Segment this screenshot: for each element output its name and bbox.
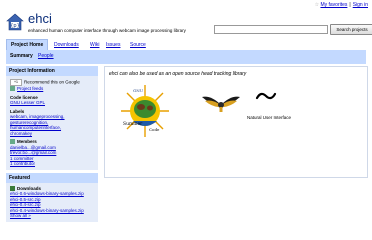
tab-source[interactable]: Source xyxy=(130,40,146,50)
members-icon xyxy=(10,139,15,145)
project-information-panel: +1 Recommend this on Google Project feeds… xyxy=(6,76,98,170)
show-all-link[interactable]: Show all » xyxy=(10,213,94,219)
tab-wiki[interactable]: Wiki xyxy=(90,40,99,50)
search-projects-button[interactable]: Search projects xyxy=(330,24,372,35)
sidebar: Project Information +1 Recommend this on … xyxy=(6,66,98,222)
project-description: ehci can also be used as an open source … xyxy=(104,66,368,178)
download-link[interactable]: ehci-0.6-windows-binary-samples.zip xyxy=(10,191,94,197)
project-logo-icon: {p} xyxy=(6,13,24,31)
sign-in-link[interactable]: Sign in xyxy=(353,2,368,8)
star-icon: ☆ xyxy=(314,2,320,8)
project-summary: enhanced human computer interface throug… xyxy=(28,28,186,33)
svg-text:GNU: GNU xyxy=(133,88,144,93)
user-links: ☆ My favorites | Sign in xyxy=(314,2,368,8)
recommend-text: Recommend this on Google xyxy=(24,79,80,85)
tilde-symbol xyxy=(255,92,277,100)
subtab-bar: Summary People xyxy=(6,50,366,64)
label-link[interactable]: chromakey xyxy=(10,131,94,137)
gnu-summer-of-code-logo: GNU Summer Code xyxy=(121,85,169,137)
svg-text:Summer: Summer xyxy=(123,121,143,127)
feed-icon xyxy=(10,86,15,92)
featured-panel: Downloads ehci-0.6-windows-binary-sample… xyxy=(6,182,98,222)
project-information-heading: Project Information xyxy=(6,66,98,76)
tab-downloads[interactable]: Downloads xyxy=(54,40,79,50)
project-title[interactable]: ehci xyxy=(28,11,52,26)
svg-text:Code: Code xyxy=(149,127,160,132)
project-feeds-link[interactable]: Project feeds xyxy=(17,86,43,91)
featured-heading: Featured xyxy=(6,172,98,183)
project-header: {p} ehci enhanced human computer interfa… xyxy=(6,11,372,37)
natural-user-interface-label: Natural User Interface xyxy=(247,115,292,120)
my-favorites-link[interactable]: My favorites xyxy=(320,2,347,8)
subtab-people[interactable]: People xyxy=(38,53,54,59)
search-input[interactable] xyxy=(214,25,328,34)
tagline: ehci can also be used as an open source … xyxy=(109,71,247,77)
svg-text:{p}: {p} xyxy=(10,23,20,29)
subtab-summary: Summary xyxy=(10,53,33,59)
tab-issues[interactable]: Issues xyxy=(106,40,120,50)
plus-one-button[interactable]: +1 xyxy=(10,79,22,86)
eagle-wings-logo xyxy=(202,96,240,112)
code-license-link[interactable]: GNU Lesser GPL xyxy=(10,100,94,106)
contributor-link[interactable]: 1 contributor xyxy=(10,161,94,167)
